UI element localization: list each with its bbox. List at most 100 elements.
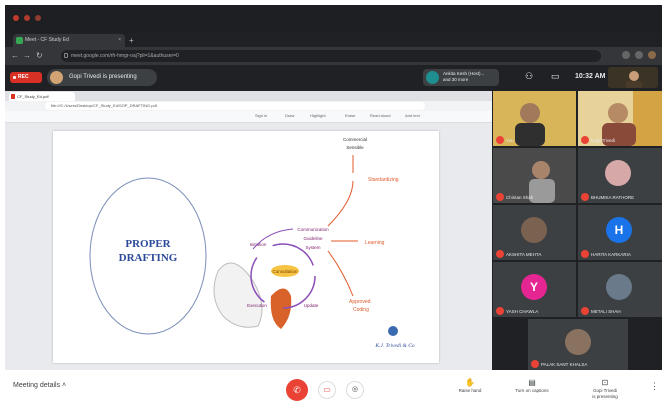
- self-view-figure: [626, 71, 642, 89]
- reload-icon[interactable]: ↻: [36, 51, 43, 61]
- participant-name: AKSHITA MEHTA: [506, 252, 542, 257]
- shared-address-bar: file:///C:/Users/Desktop/CF_Study_Ed/SOP…: [5, 101, 492, 111]
- participant-avatar: H: [606, 217, 632, 243]
- pdf-tool-4: Read aloud: [370, 113, 391, 118]
- phone-hangup-icon: ✆: [293, 385, 301, 395]
- hand-icon: ✋: [465, 378, 475, 387]
- muted-mic-icon: [581, 250, 589, 258]
- learning-label: Learning: [365, 240, 385, 246]
- presenting-line-2: is presenting: [592, 394, 618, 399]
- browser-tab-bar: [5, 5, 662, 33]
- pen-illustration: [270, 288, 292, 329]
- participants-chip[interactable]: Ankita Kesh (Host)... and 30 more: [423, 69, 499, 86]
- more-options-icon[interactable]: ⋮: [650, 381, 659, 392]
- participant-tile[interactable]: PALAK SANT KHALSA: [528, 319, 628, 370]
- screen-frame: Meet - CF Study Ed × + ← → ↻ meet.google…: [5, 5, 662, 410]
- present-button[interactable]: ⊡ Gopi Trivedi is presenting: [578, 378, 632, 400]
- top-note-1: Commercial: [343, 137, 367, 142]
- close-tab-icon[interactable]: ×: [118, 34, 121, 47]
- participant-avatar: Y: [521, 274, 547, 300]
- participant-name: You: [506, 138, 514, 143]
- execution-label: Execution: [247, 303, 267, 308]
- chat-icon[interactable]: ▭: [551, 72, 563, 81]
- camera-toggle-button[interactable]: ▭: [318, 381, 336, 399]
- pdf-toolbar: Sign in Draw Highlight Erase Read aloud …: [5, 111, 492, 123]
- update-label: Update: [304, 303, 319, 308]
- microphone-icon: ◎: [351, 386, 359, 393]
- meet-control-bar: Meeting details ˄ ✆ ▭ ◎ ✋ Raise hand ▤ T…: [5, 370, 662, 410]
- raise-hand-button[interactable]: ✋ Raise hand: [443, 378, 497, 394]
- muted-mic-icon: [496, 193, 504, 201]
- profile-avatar-icon[interactable]: [648, 51, 656, 59]
- captions-button[interactable]: ▤ Turn on captions: [505, 378, 559, 394]
- participant-avatar: [565, 329, 591, 355]
- muted-mic-icon: [496, 136, 504, 144]
- present-icon: ⊡: [601, 378, 609, 387]
- participant-tile[interactable]: Chintan Shah: [493, 148, 576, 203]
- recording-badge: REC: [10, 72, 42, 83]
- participant-tile[interactable]: BHUMIKA RATHORE: [578, 148, 662, 203]
- mid-node-1: Communication: [297, 227, 329, 232]
- meet-favicon-icon: [16, 37, 23, 44]
- bookmark-icon[interactable]: [635, 51, 643, 59]
- new-tab-button[interactable]: +: [129, 34, 134, 47]
- meeting-details-label: Meeting details: [13, 382, 61, 389]
- presenter-chip: Gopi Trivedi is presenting: [47, 69, 157, 86]
- extension-icon[interactable]: [622, 51, 630, 59]
- browser-tab-title: Meet - CF Study Ed: [25, 37, 69, 43]
- raise-hand-label: Raise hand: [458, 388, 482, 393]
- muted-mic-icon: [581, 136, 589, 144]
- circle-title-2: DRAFTING: [119, 252, 178, 264]
- pdf-viewer: PROPER DRAFTING Consultation Initiation …: [5, 123, 492, 370]
- participant-avatar: [605, 160, 631, 186]
- presenter-avatar: [50, 71, 63, 84]
- back-icon[interactable]: ←: [11, 51, 19, 61]
- minimize-window-dot[interactable]: [24, 15, 30, 21]
- url-input[interactable]: meet.google.com/rfr-hmgr-oaj?pli=1&authu…: [61, 50, 601, 62]
- meeting-details-button[interactable]: Meeting details ˄: [13, 382, 66, 389]
- pdf-tool-5: Add text: [405, 113, 420, 118]
- browser-extension-icons: [622, 51, 656, 59]
- window-controls: [13, 15, 41, 21]
- pdf-tool-1: Draw: [285, 113, 295, 118]
- host-avatar: [426, 71, 439, 84]
- arrow-to-approved: [327, 250, 354, 297]
- participant-name: HARITA KARKARIA: [591, 252, 631, 257]
- meet-top-bar: REC Gopi Trivedi is presenting Ankita Ke…: [5, 65, 662, 89]
- close-window-dot[interactable]: [13, 15, 19, 21]
- center-label: Consultation: [272, 269, 298, 274]
- participant-name: Chintan Shah: [506, 195, 534, 200]
- hand-illustration: [213, 262, 263, 328]
- participants-summary: Ankita Kesh (Host)... and 30 more: [443, 71, 484, 83]
- initiation-label: Initiation: [250, 242, 267, 247]
- firm-logo-icon: [388, 326, 398, 336]
- participant-tile[interactable]: H HARITA KARKARIA: [578, 205, 662, 260]
- captions-label: Turn on captions: [515, 388, 549, 393]
- browser-tab[interactable]: Meet - CF Study Ed ×: [13, 34, 125, 47]
- people-icon[interactable]: ⚇: [525, 72, 537, 81]
- pdf-tool-0: Sign in: [255, 113, 268, 118]
- lock-icon: [64, 53, 68, 58]
- drafting-diagram: PROPER DRAFTING Consultation Initiation …: [89, 137, 415, 349]
- microphone-toggle-button[interactable]: ◎: [346, 381, 364, 399]
- maximize-window-dot[interactable]: [35, 15, 41, 21]
- participant-tile[interactable]: METALI SHAH: [578, 262, 662, 317]
- participant-tile[interactable]: Y YASH CHAWLA: [493, 262, 576, 317]
- approved-label-2: Coding: [353, 307, 369, 313]
- forward-icon[interactable]: →: [23, 51, 31, 61]
- muted-mic-icon: [496, 307, 504, 315]
- participant-tile[interactable]: AKSHITA MEHTA: [493, 205, 576, 260]
- circle-title-1: PROPER: [125, 238, 171, 250]
- shared-pdf-tab: CF_Study_Ed.pdf: [9, 92, 75, 101]
- participant-name: YASH CHAWLA: [506, 309, 539, 314]
- muted-mic-icon: [581, 307, 589, 315]
- pdf-page: PROPER DRAFTING Consultation Initiation …: [53, 131, 439, 363]
- participant-tile[interactable]: Gopi Trivedi: [578, 91, 662, 146]
- participant-tile[interactable]: You: [493, 91, 576, 146]
- self-view-thumbnail[interactable]: [608, 67, 658, 89]
- arrow-to-standardizing: [327, 180, 354, 227]
- chevron-up-icon: ˄: [62, 382, 67, 389]
- meeting-clock: 10:32 AM: [575, 73, 606, 80]
- url-text: meet.google.com/rfr-hmgr-oaj?pli=1&authu…: [71, 53, 179, 59]
- leave-call-button[interactable]: ✆: [286, 379, 308, 401]
